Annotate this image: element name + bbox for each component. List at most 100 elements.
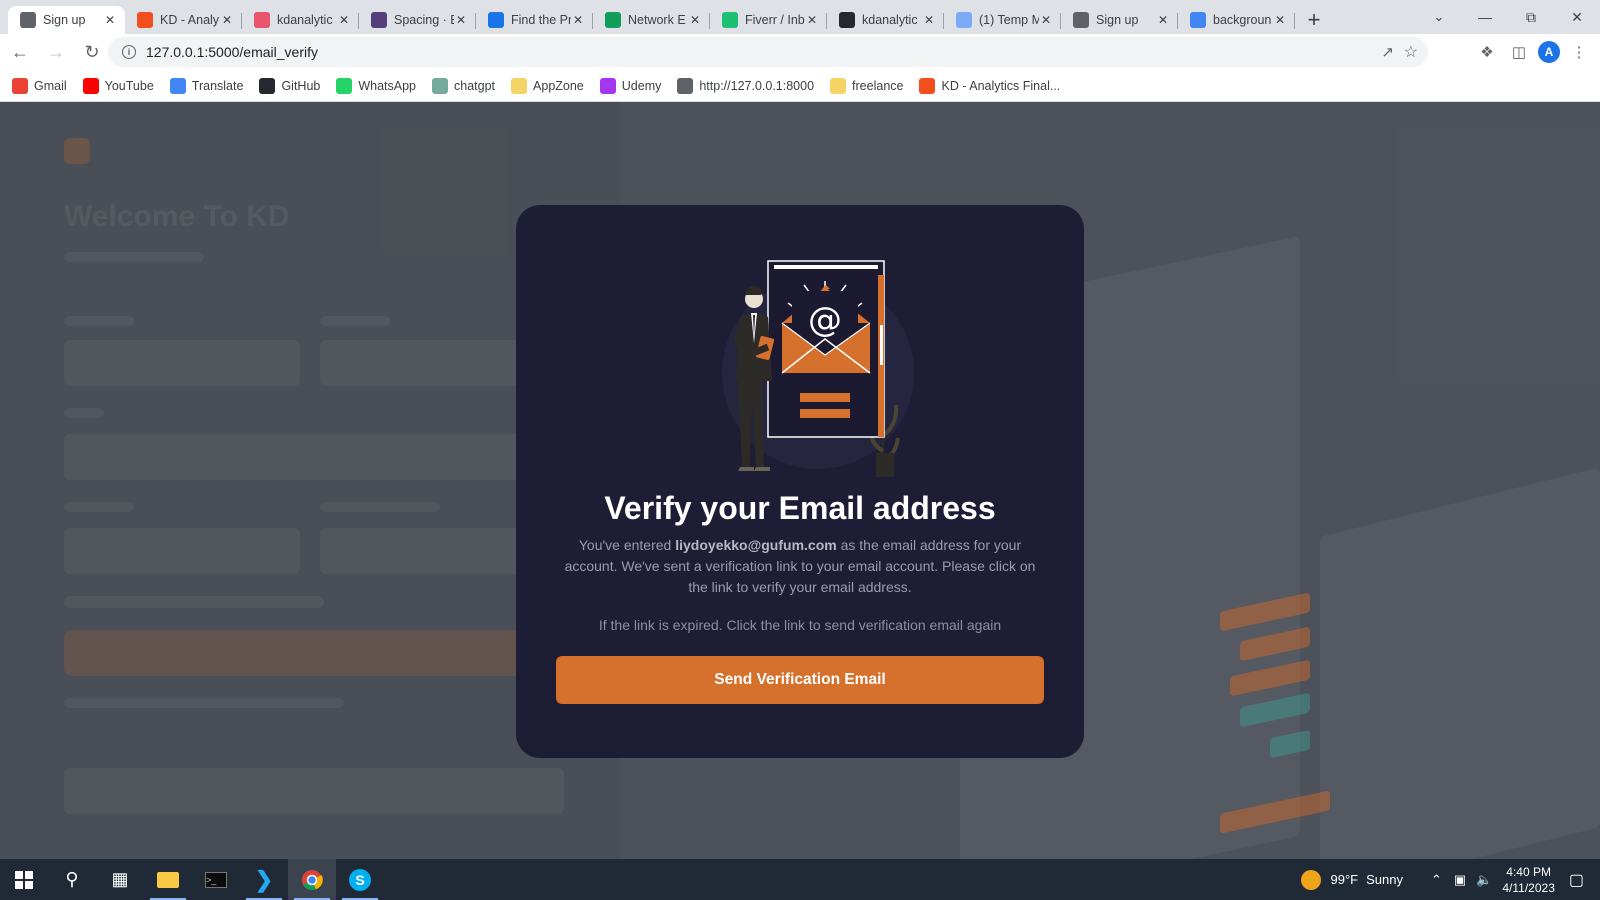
window-controls: — ⧉ ✕ [1462, 0, 1600, 34]
search-icon[interactable]: ⚲ [48, 859, 96, 900]
bookmark-item[interactable]: WhatsApp [336, 77, 416, 94]
mail-icon [956, 12, 972, 28]
bookmark-label: chatgpt [454, 78, 496, 93]
modal-body-text: You've entered liydoyekko@gufum.com as t… [564, 535, 1036, 598]
close-tab-icon[interactable]: ✕ [220, 13, 234, 27]
chrome-icon[interactable] [288, 859, 336, 900]
bookmark-item[interactable]: freelance [830, 77, 904, 94]
close-tab-icon[interactable]: ✕ [688, 13, 702, 27]
close-tab-icon[interactable]: ✕ [1039, 13, 1053, 27]
network-icon[interactable]: ▣ [1454, 872, 1466, 888]
reload-icon[interactable]: ↻ [76, 36, 108, 68]
browser-tab[interactable]: Spacing · B ✕ [359, 6, 476, 34]
folder-icon [511, 77, 528, 94]
whatsapp-icon [336, 77, 353, 94]
volume-icon[interactable]: 🔈 [1476, 872, 1492, 888]
bookmark-item[interactable]: Gmail [12, 77, 67, 94]
browser-tab[interactable]: kdanalytic ✕ [827, 6, 944, 34]
modal-title: Verify your Email address [604, 490, 996, 526]
close-tab-icon[interactable]: ✕ [1273, 13, 1287, 27]
browser-tab[interactable]: kdanalytic ✕ [242, 6, 359, 34]
notifications-icon[interactable]: ▢ [1569, 870, 1584, 890]
browser-tab[interactable]: Fiverr / Inb ✕ [710, 6, 827, 34]
bookmark-label: KD - Analytics Final... [941, 78, 1061, 93]
bookmark-item[interactable]: http://127.0.0.1:8000 [677, 77, 814, 94]
browser-tab[interactable]: Network E ✕ [593, 6, 710, 34]
menu-icon[interactable]: ⋮ [1566, 36, 1592, 68]
close-tab-icon[interactable]: ✕ [571, 13, 585, 27]
bookmark-item[interactable]: YouTube [82, 77, 154, 94]
folder-icon [830, 77, 847, 94]
browser-tab[interactable]: Sign up ✕ [1061, 6, 1178, 34]
google-icon [1190, 12, 1206, 28]
bookmarks-bar: Gmail YouTube Translate GitHub WhatsApp chatg… [0, 70, 1600, 102]
skype-icon[interactable]: S [336, 859, 384, 900]
browser-tab[interactable]: Sign up ✕ [8, 6, 125, 34]
close-window-icon[interactable]: ✕ [1554, 0, 1600, 34]
weather-temp[interactable]: 99°F [1331, 872, 1359, 887]
tab-title: Network E [628, 13, 686, 27]
bookmark-label: freelance [852, 78, 904, 93]
close-tab-icon[interactable]: ✕ [805, 13, 819, 27]
vscode-icon[interactable]: ❯ [240, 859, 288, 900]
bookmark-label: YouTube [104, 78, 154, 93]
flag-icon [488, 12, 504, 28]
translate-icon [169, 77, 186, 94]
new-tab-button[interactable]: + [1299, 6, 1329, 34]
bookmark-label: Gmail [34, 78, 67, 93]
close-tab-icon[interactable]: ✕ [454, 13, 468, 27]
close-tab-icon[interactable]: ✕ [922, 13, 936, 27]
profile-avatar[interactable]: A [1538, 41, 1560, 63]
tab-title: (1) Temp M [979, 13, 1039, 27]
bookmark-item[interactable]: Udemy [599, 77, 662, 94]
sheets-icon [605, 12, 621, 28]
close-tab-icon[interactable]: ✕ [103, 13, 117, 27]
browser-tab[interactable]: (1) Temp M ✕ [944, 6, 1061, 34]
figma-icon [137, 12, 153, 28]
tab-title: kdanalytic [862, 13, 918, 27]
browser-tab[interactable]: Find the Pr ✕ [476, 6, 593, 34]
restore-icon[interactable]: ⧉ [1508, 0, 1554, 34]
browser-tab[interactable]: backgroun ✕ [1178, 6, 1295, 34]
bookmark-item[interactable]: chatgpt [432, 77, 496, 94]
bookmark-item[interactable]: AppZone [511, 77, 584, 94]
bookmark-item[interactable]: GitHub [259, 77, 320, 94]
share-icon[interactable]: ↗ [1381, 43, 1394, 61]
clock-date: 4/11/2023 [1502, 880, 1555, 895]
back-icon[interactable]: ← [4, 36, 36, 68]
weather-text[interactable]: Sunny [1366, 872, 1403, 887]
minimize-icon[interactable]: — [1462, 0, 1508, 34]
task-view-icon[interactable]: ▦ [96, 859, 144, 900]
bookmark-star-icon[interactable]: ☆ [1404, 42, 1418, 62]
tab-title: Fiverr / Inb [745, 13, 805, 27]
bookmark-label: AppZone [533, 78, 584, 93]
close-tab-icon[interactable]: ✕ [1156, 13, 1170, 27]
system-tray: 99°F Sunny ⌃ ▣ 🔈 4:40 PM 4/11/2023 ▢ [1300, 859, 1600, 900]
github-icon [839, 12, 855, 28]
forward-icon[interactable]: → [40, 36, 72, 68]
address-bar[interactable]: i 127.0.0.1:5000/email_verify ↗ ☆ [108, 37, 1428, 67]
terminal-icon[interactable]: >_ [192, 859, 240, 900]
url-text[interactable]: 127.0.0.1:5000/email_verify [146, 44, 318, 60]
file-explorer-icon[interactable] [144, 859, 192, 900]
start-icon[interactable] [0, 859, 48, 900]
browser-tab[interactable]: KD - Analy ✕ [125, 6, 242, 34]
side-panel-icon[interactable]: ◫ [1506, 36, 1532, 68]
bookmark-label: Udemy [621, 78, 662, 93]
tab-title: Spacing · B [394, 13, 454, 27]
email-verification-illustration: @ [722, 260, 914, 477]
tab-search-icon[interactable]: ⌄ [1426, 4, 1452, 30]
send-verification-email-button[interactable]: Send Verification Email [556, 656, 1044, 704]
codepen-icon [254, 12, 270, 28]
tray-overflow-icon[interactable]: ⌃ [1431, 872, 1442, 888]
clock-time: 4:40 PM [1506, 864, 1551, 879]
bookmark-item[interactable]: KD - Analytics Final... [919, 77, 1061, 94]
weather-sun-icon[interactable] [1300, 869, 1321, 890]
clock[interactable]: 4:40 PM 4/11/2023 [1502, 864, 1555, 896]
bookmark-item[interactable]: Translate [169, 77, 243, 94]
extensions-icon[interactable]: ❖ [1474, 36, 1500, 68]
close-tab-icon[interactable]: ✕ [337, 13, 351, 27]
github-icon [259, 77, 276, 94]
site-info-icon[interactable]: i [122, 45, 136, 59]
tab-strip: Sign up ✕ KD - Analy ✕ kdanalytic ✕ Spacing · … [0, 0, 1600, 34]
